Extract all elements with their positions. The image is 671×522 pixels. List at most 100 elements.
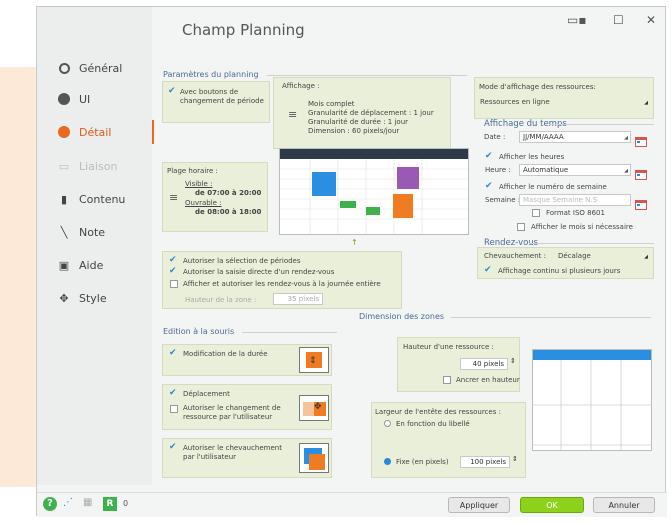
sidebar-item-note[interactable]: ╲ Note <box>57 221 105 243</box>
help-icon[interactable]: ? <box>43 497 57 511</box>
divider <box>549 124 654 125</box>
section-planning-params: Paramètres du planning <box>163 70 259 79</box>
hour-label: Heure : <box>485 166 511 174</box>
resource-mode-label: Mode d'affichage des ressources: <box>479 83 596 91</box>
check-icon[interactable]: ✔ <box>485 181 493 191</box>
close-icon[interactable]: ✕ <box>646 13 656 27</box>
grid-icon[interactable]: ▦ <box>83 497 92 508</box>
check-icon[interactable]: ✔ <box>169 255 177 265</box>
change-res-label: Autoriser le changement de <box>183 404 281 412</box>
active-indicator <box>152 120 154 144</box>
sidebar-item-style[interactable]: ✥ Style <box>57 287 106 309</box>
sidebar-item-label: UI <box>79 92 91 106</box>
move-label: Déplacement <box>183 390 230 398</box>
resize-cursor-icon: ⇕ <box>309 356 317 366</box>
r-icon[interactable]: R <box>103 497 117 511</box>
res-height-label: Hauteur d'une ressource : <box>403 343 494 351</box>
anchor-checkbox[interactable] <box>443 376 451 384</box>
fixed-radio[interactable] <box>384 458 391 465</box>
ok-button[interactable]: OK <box>520 497 584 513</box>
affichage-line: Granularité de déplacement : 1 jour <box>308 109 434 117</box>
sidebar-item-general[interactable]: Général <box>57 57 122 79</box>
resource-height-panel: Hauteur d'une ressource : 40 pixels ⇕ An… <box>397 337 520 392</box>
ouvrable-range: de 08:00 à 18:00 <box>195 208 262 216</box>
resource-mode-value[interactable]: Ressources en ligne <box>480 98 550 107</box>
menu-icon[interactable]: ≡ <box>169 191 178 204</box>
change-res-label: ressource par l'utilisateur <box>183 413 273 421</box>
zone-height-input[interactable]: 35 pixels <box>273 293 323 305</box>
toggle-icon[interactable]: ▭▪ <box>567 13 586 27</box>
footer-bar: ? ⋰ ▦ R 0 Appliquer OK Annuler <box>37 492 667 517</box>
appointment-orange-icon <box>309 454 325 470</box>
dropdown-icon[interactable]: ◢ <box>644 254 648 260</box>
check-icon[interactable]: ✔ <box>169 348 177 358</box>
show-month-label: Afficher le mois si nécessaire <box>531 223 633 231</box>
sidebar-item-label: Détail <box>79 125 112 139</box>
move-panel: ✔ Déplacement Autoriser le changement de… <box>162 384 332 430</box>
section-mouse-edit: Edition à la souris <box>163 327 235 336</box>
sidebar-item-label: Note <box>79 225 106 239</box>
arrow-up-icon: ↑ <box>351 238 358 247</box>
divider <box>242 332 337 333</box>
hour-format-select[interactable]: Automatique <box>519 164 631 176</box>
resource-mode-panel: Mode d'affichage des ressources: Ressour… <box>474 77 654 119</box>
res-height-input[interactable]: 40 pixels <box>460 358 508 370</box>
cancel-button[interactable]: Annuler <box>593 497 655 513</box>
move-illustration: ✥ <box>299 395 329 421</box>
period-buttons-panel: ✔ Avec boutons de changement de période <box>162 81 270 123</box>
week-mask-input[interactable]: Masque Semaine N.S <box>519 194 631 206</box>
iso-label: Format ISO 8601 <box>546 209 605 217</box>
anchor-label: Ancrer en hauteur <box>456 376 520 384</box>
zones-preview-graphic <box>533 350 651 450</box>
section-zones: Dimension des zones <box>359 312 445 321</box>
apply-button[interactable]: Appliquer <box>448 497 510 513</box>
sidebar: Général UI Détail ▭ Liaison ▮ Contenu ╲ … <box>37 7 152 485</box>
affichage-label: Affichage : <box>282 82 320 90</box>
allday-checkbox[interactable] <box>170 280 178 288</box>
dots-icon[interactable]: ⋰ <box>63 497 73 508</box>
sidebar-item-detail[interactable]: Détail <box>57 121 111 143</box>
move-cursor-icon: ✥ <box>314 402 322 412</box>
dropdown-icon[interactable]: ◢ <box>644 100 648 106</box>
calendar-icon[interactable] <box>635 195 647 210</box>
check-icon[interactable]: ✔ <box>169 388 177 398</box>
sidebar-item-contenu[interactable]: ▮ Contenu <box>57 188 125 210</box>
zone-height-label: Hauteur de la zone : <box>185 296 257 304</box>
spinner-icon[interactable]: ⇕ <box>510 357 516 365</box>
spinner-icon[interactable]: ⇕ <box>512 455 518 463</box>
visible-range: de 07:00 à 20:00 <box>195 189 262 197</box>
show-hours-label: Afficher les heures <box>499 153 565 161</box>
calendar-icon[interactable] <box>635 132 647 147</box>
check-icon[interactable]: ✔ <box>485 151 493 161</box>
sidebar-item-liaison: ▭ Liaison <box>57 155 118 177</box>
help-icon: ▣ <box>58 258 70 272</box>
iso-checkbox[interactable] <box>532 209 540 217</box>
date-label: Date : <box>484 133 506 141</box>
calendar-icon[interactable] <box>635 165 647 180</box>
detail-icon <box>57 125 71 139</box>
menu-icon[interactable]: ≡ <box>288 108 297 121</box>
by-label-radio[interactable] <box>384 420 391 427</box>
check-icon[interactable]: ✔ <box>169 442 177 452</box>
ouvrable-label: Ouvrable : <box>185 199 222 207</box>
check-icon[interactable]: ✔ <box>168 86 176 96</box>
check-icon[interactable]: ✔ <box>169 266 177 276</box>
overlap-allow-label: par l'utilisateur <box>183 453 237 461</box>
overlap-value[interactable]: Décalage <box>558 252 591 261</box>
sidebar-item-label: Liaison <box>79 159 118 173</box>
show-month-checkbox[interactable] <box>517 223 525 231</box>
overlap-allow-label: Autoriser le chevauchement <box>183 444 282 452</box>
sidebar-item-label: Contenu <box>79 192 126 206</box>
sidebar-item-aide[interactable]: ▣ Aide <box>57 254 104 276</box>
sidebar-item-label: Aide <box>79 258 104 272</box>
planning-preview-graphic <box>280 149 468 234</box>
maximize-icon[interactable]: ☐ <box>613 13 624 27</box>
sidebar-item-label: Général <box>79 61 123 75</box>
option-label: changement de période <box>180 97 264 105</box>
sidebar-item-ui[interactable]: UI <box>57 88 90 110</box>
date-format-select[interactable]: JJ/MM/AAAA <box>519 131 631 143</box>
fixed-width-input[interactable]: 100 pixels <box>460 456 510 468</box>
check-icon[interactable]: ✔ <box>484 265 492 275</box>
database-icon: ▮ <box>60 192 68 206</box>
change-resource-checkbox[interactable] <box>170 405 178 413</box>
